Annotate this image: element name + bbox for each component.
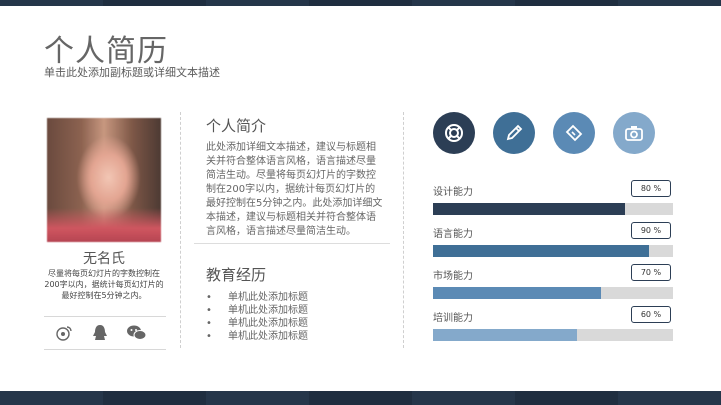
education-heading: 教育经历 bbox=[206, 266, 267, 284]
skill-label-market: 市场能力 bbox=[433, 271, 473, 282]
skill-bar-training bbox=[433, 329, 577, 341]
skill-track-training bbox=[433, 329, 673, 341]
weibo-icon[interactable] bbox=[54, 323, 74, 347]
skill-value-training: 60 % bbox=[631, 306, 671, 323]
intro-heading: 个人简介 bbox=[206, 117, 267, 135]
profile-photo bbox=[47, 118, 161, 242]
camera-icon bbox=[613, 112, 655, 154]
pencil-icon bbox=[493, 112, 535, 154]
skill-value-design: 80 % bbox=[631, 180, 671, 197]
qq-icon[interactable] bbox=[90, 323, 110, 347]
page-subtitle: 单击此处添加副标题或详细文本描述 bbox=[44, 66, 220, 79]
list-item: 单机此处添加标题 bbox=[206, 291, 308, 304]
divider-right bbox=[403, 112, 404, 348]
wechat-icon[interactable] bbox=[126, 323, 148, 347]
skill-label-language: 语言能力 bbox=[433, 229, 473, 240]
education-list: 单机此处添加标题 单机此处添加标题 单机此处添加标题 单机此处添加标题 bbox=[206, 291, 308, 343]
skill-bar-market bbox=[433, 287, 601, 299]
skill-track-market bbox=[433, 287, 673, 299]
top-bar bbox=[0, 0, 721, 6]
profile-description: 尽量将每页幻灯片的字数控制在200字以内，据统计每页幻灯片的最好控制在5分钟之内… bbox=[44, 269, 164, 300]
skill-label-training: 培训能力 bbox=[433, 313, 473, 324]
bottom-bar bbox=[0, 391, 721, 405]
lifebuoy-icon bbox=[433, 112, 475, 154]
skill-bar-design bbox=[433, 203, 625, 215]
skill-bar-language bbox=[433, 245, 649, 257]
list-item: 单机此处添加标题 bbox=[206, 317, 308, 330]
list-item: 单机此处添加标题 bbox=[206, 304, 308, 317]
intro-text: 此处添加详细文本描述，建议与标题相关并符合整体语言风格，语言描述尽量简洁生动。尽… bbox=[206, 142, 383, 237]
ticket-icon bbox=[553, 112, 595, 154]
skill-value-market: 70 % bbox=[631, 264, 671, 281]
skill-track-design bbox=[433, 203, 673, 215]
section-divider bbox=[194, 243, 390, 244]
social-icons-row bbox=[44, 316, 166, 350]
profile-name: 无名氏 bbox=[83, 251, 125, 267]
skill-track-language bbox=[433, 245, 673, 257]
list-item: 单机此处添加标题 bbox=[206, 330, 308, 343]
skill-label-design: 设计能力 bbox=[433, 187, 473, 198]
skill-value-language: 90 % bbox=[631, 222, 671, 239]
divider-left bbox=[180, 112, 181, 348]
